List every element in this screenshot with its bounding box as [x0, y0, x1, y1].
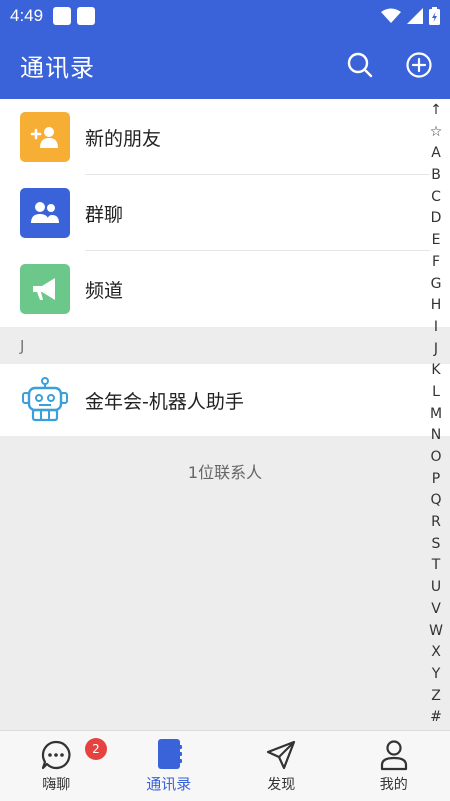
- page-title: 通讯录: [20, 54, 95, 82]
- index-letter[interactable]: S: [432, 534, 441, 556]
- index-letter[interactable]: E: [432, 230, 441, 252]
- index-letter[interactable]: A: [431, 143, 441, 165]
- group-icon: [20, 188, 70, 238]
- index-letter[interactable]: B: [431, 165, 441, 187]
- notification-icon: [53, 7, 72, 25]
- add-friend-icon: [20, 112, 70, 162]
- unread-badge: 2: [85, 738, 107, 760]
- index-letter[interactable]: ☆: [430, 122, 443, 144]
- index-letter[interactable]: ↑: [430, 100, 442, 122]
- index-letter[interactable]: X: [431, 642, 441, 664]
- index-letter[interactable]: R: [431, 512, 441, 534]
- tab-label: 嗨聊: [42, 776, 71, 793]
- search-button[interactable]: [345, 50, 375, 80]
- wifi-icon: [381, 8, 401, 23]
- tab-label: 通讯录: [146, 775, 192, 793]
- section-letter: J: [20, 336, 25, 355]
- tab-contacts[interactable]: 通讯录: [113, 731, 226, 801]
- tab-label: 我的: [379, 776, 408, 793]
- search-icon: [347, 52, 373, 78]
- menu-item-label: 群聊: [85, 203, 124, 226]
- group-chats-item[interactable]: 群聊: [0, 175, 450, 251]
- megaphone-icon: [20, 264, 70, 314]
- index-letter[interactable]: D: [431, 208, 442, 230]
- contacts-book-icon: [157, 739, 182, 769]
- robot-icon: [20, 375, 70, 425]
- tab-label: 发现: [267, 776, 296, 793]
- index-letter[interactable]: Z: [431, 686, 441, 708]
- menu-item-label: 频道: [85, 279, 124, 302]
- index-letter[interactable]: G: [431, 274, 442, 296]
- index-letter[interactable]: I: [434, 317, 438, 339]
- index-letter[interactable]: Q: [430, 490, 441, 512]
- index-letter[interactable]: H: [431, 295, 442, 317]
- contact-count: 1位联系人: [187, 463, 263, 482]
- battery-icon: [429, 7, 440, 25]
- index-letter[interactable]: C: [431, 187, 441, 209]
- index-letter[interactable]: W: [429, 621, 443, 643]
- index-letter[interactable]: F: [432, 252, 440, 274]
- notification-icon: [77, 7, 96, 25]
- index-letter[interactable]: O: [430, 447, 441, 469]
- index-letter[interactable]: U: [431, 577, 441, 599]
- chat-bubble-icon: [42, 740, 71, 769]
- index-letter[interactable]: M: [430, 404, 442, 426]
- alphabet-index[interactable]: ↑ ☆ A B C D E F G H I J K L M N O P Q R S T U V W X Y Z #: [425, 100, 447, 729]
- person-icon: [380, 739, 407, 770]
- index-letter[interactable]: J: [434, 339, 438, 361]
- bottom-tab-bar: 嗨聊 2 通讯录 发现 我的: [0, 730, 450, 801]
- tab-chats[interactable]: 嗨聊 2: [0, 731, 113, 801]
- add-button[interactable]: [404, 50, 434, 80]
- status-time: 4:49: [10, 6, 44, 25]
- tab-discover[interactable]: 发现: [225, 731, 338, 801]
- index-letter[interactable]: #: [430, 707, 442, 729]
- app-bar: 通讯录: [0, 32, 450, 99]
- contact-name: 金年会-机器人助手: [85, 390, 244, 413]
- index-letter[interactable]: V: [431, 599, 441, 621]
- channels-item[interactable]: 频道: [0, 251, 450, 327]
- send-icon: [267, 740, 296, 769]
- index-letter[interactable]: P: [432, 469, 440, 491]
- new-friends-item[interactable]: 新的朋友: [0, 99, 450, 175]
- section-header: J: [0, 327, 450, 364]
- signal-icon: [407, 8, 423, 24]
- menu-item-label: 新的朋友: [85, 127, 162, 150]
- contacts-list: 新的朋友 群聊 频道 J 金年会-机器人助手: [0, 99, 450, 436]
- index-letter[interactable]: K: [431, 360, 440, 382]
- tab-profile[interactable]: 我的: [338, 731, 450, 801]
- index-letter[interactable]: N: [431, 425, 441, 447]
- plus-circle-icon: [406, 52, 432, 78]
- contact-item[interactable]: 金年会-机器人助手: [0, 364, 450, 436]
- status-icons: [381, 7, 440, 25]
- index-letter[interactable]: Y: [432, 664, 441, 686]
- index-letter[interactable]: T: [432, 555, 441, 577]
- index-letter[interactable]: L: [432, 382, 440, 404]
- status-bar: 4:49: [0, 0, 450, 32]
